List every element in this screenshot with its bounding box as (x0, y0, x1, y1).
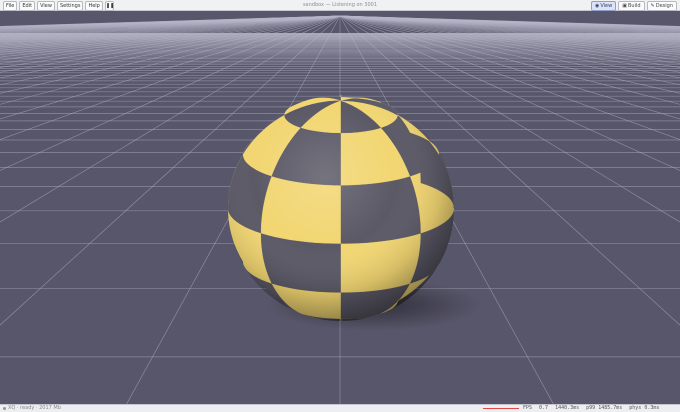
tab-view[interactable]: ◉ View (590, 1, 617, 11)
status-bar: XQ · ready · 2017 Mb FPS 0.7 1440.3ms p9… (0, 404, 680, 412)
status-left-text: XQ · ready · 2017 Mb (8, 405, 61, 411)
frame-time: 1440.3ms (555, 405, 580, 411)
app-window: File Edit View Settings Help ❚❚ sandbox … (0, 0, 680, 412)
p99-time: p99 1485.7ms (586, 405, 623, 411)
sphere-shading (228, 95, 454, 321)
menu-file[interactable]: File (3, 1, 18, 11)
menu-view[interactable]: View (37, 1, 55, 11)
build-icon: ▣ (622, 3, 627, 9)
fps-label: FPS (523, 405, 533, 411)
phys-time: phys 0.3ms (629, 405, 660, 411)
menu-edit[interactable]: Edit (19, 1, 36, 11)
top-bar: File Edit View Settings Help ❚❚ sandbox … (0, 0, 680, 11)
tab-build[interactable]: ▣ Build (618, 1, 645, 11)
menu-bar: File Edit View Settings Help ❚❚ (3, 1, 114, 11)
tab-design[interactable]: ✎ Design (646, 1, 677, 11)
fps-value: 0.7 (539, 405, 549, 411)
perf-stats: FPS 0.7 1440.3ms p99 1485.7ms phys 0.3ms (523, 405, 659, 412)
viewport-canvas[interactable] (0, 11, 680, 404)
tab-view-label: View (600, 3, 613, 9)
tab-design-label: Design (655, 3, 673, 9)
mode-tabs: ◉ View ▣ Build ✎ Design (590, 1, 677, 11)
status-dot-icon (3, 407, 6, 410)
status-info: XQ · ready · 2017 Mb (3, 405, 61, 412)
design-icon: ✎ (650, 3, 655, 9)
tab-build-label: Build (627, 3, 641, 9)
fps-graph-bar (483, 408, 519, 409)
menu-help[interactable]: Help (85, 1, 103, 11)
pause-button[interactable]: ❚❚ (104, 1, 115, 11)
checkered-sphere[interactable] (228, 95, 454, 321)
menu-settings[interactable]: Settings (56, 1, 84, 11)
3d-viewport[interactable] (0, 11, 680, 404)
eye-icon: ◉ (594, 3, 600, 9)
pause-icon: ❚❚ (105, 3, 115, 9)
